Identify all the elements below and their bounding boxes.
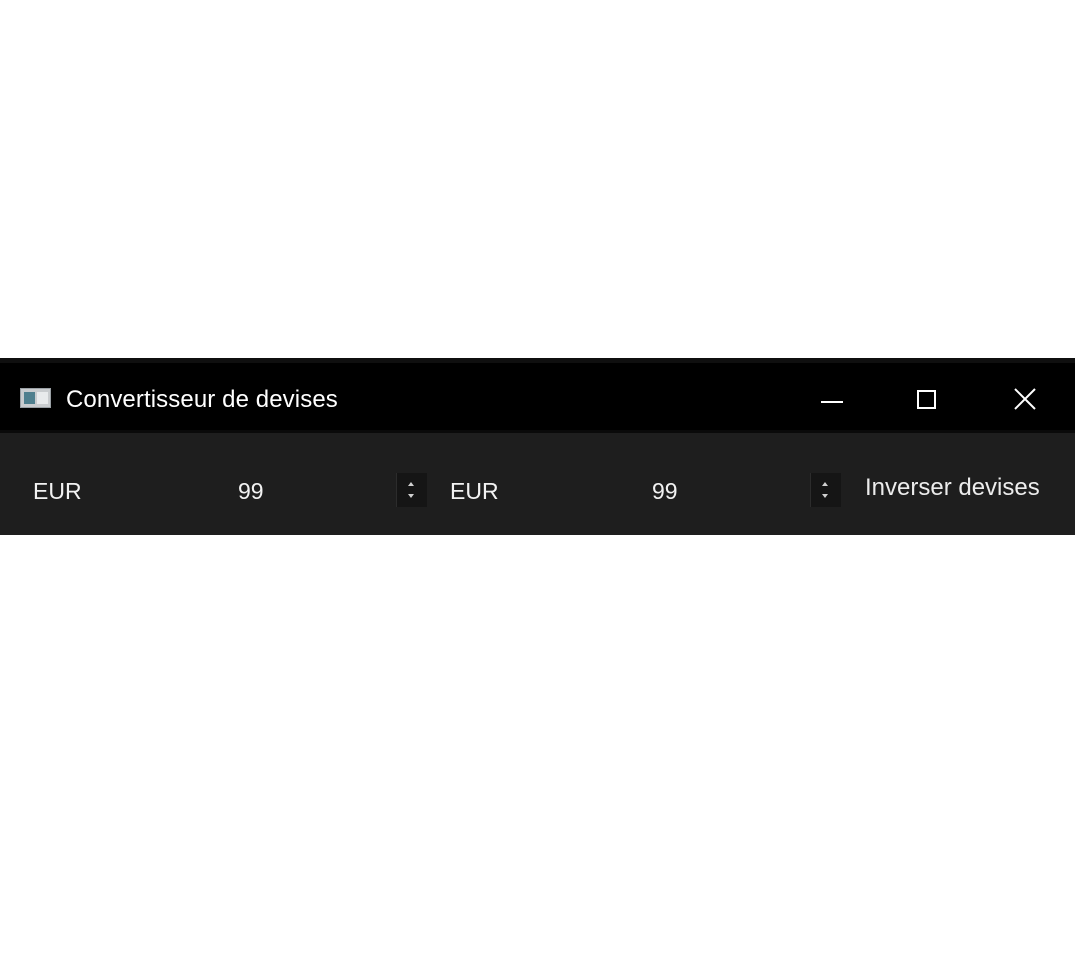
- chevron-down-icon: [408, 494, 414, 498]
- maximize-button[interactable]: [880, 363, 976, 430]
- swap-currencies-button[interactable]: Inverser devises: [865, 474, 1040, 502]
- chevron-down-icon: [822, 494, 828, 498]
- target-increment-button[interactable]: [811, 473, 841, 490]
- target-decrement-button[interactable]: [811, 490, 841, 507]
- source-amount-stepper[interactable]: [396, 473, 427, 507]
- converter-row: EUR 99 EUR 99 Inverser devises: [0, 433, 1075, 535]
- chevron-up-icon: [822, 482, 828, 486]
- target-amount-stepper[interactable]: [810, 473, 841, 507]
- app-window-icon: [20, 388, 51, 408]
- source-currency-select[interactable]: EUR: [33, 478, 82, 505]
- title-bar[interactable]: Convertisseur de devises: [0, 363, 1075, 433]
- source-decrement-button[interactable]: [397, 490, 427, 507]
- source-increment-button[interactable]: [397, 473, 427, 490]
- chevron-up-icon: [408, 482, 414, 486]
- minimize-icon: [821, 401, 843, 403]
- close-button[interactable]: [977, 363, 1073, 430]
- target-currency-select[interactable]: EUR: [450, 478, 499, 505]
- converter-window: Convertisseur de devises EUR 99 EUR 99 I…: [0, 358, 1075, 535]
- close-icon: [1014, 388, 1036, 410]
- source-amount-input[interactable]: 99: [238, 478, 264, 505]
- minimize-button[interactable]: [784, 363, 880, 430]
- window-title: Convertisseur de devises: [66, 386, 338, 413]
- maximize-icon: [917, 390, 936, 409]
- target-amount-input[interactable]: 99: [652, 478, 678, 505]
